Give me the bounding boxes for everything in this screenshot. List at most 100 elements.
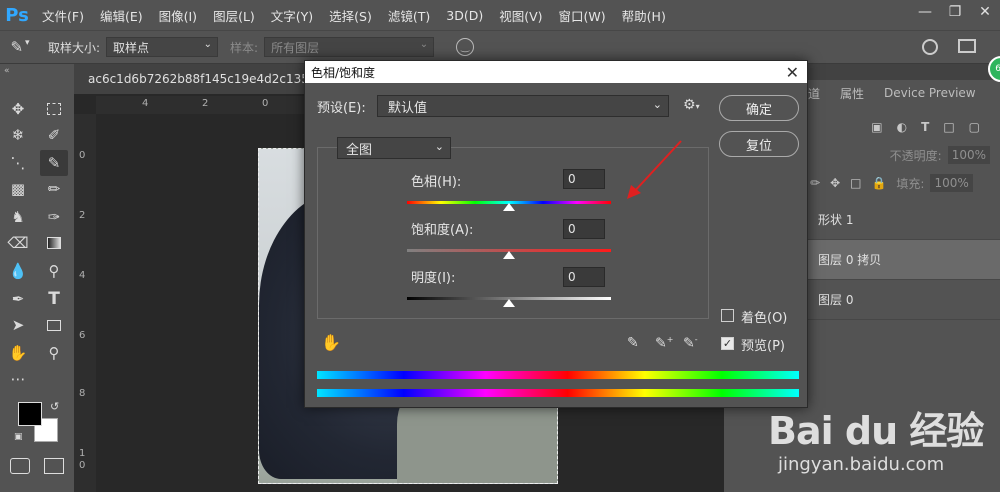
type-filter-icon[interactable]: T (921, 120, 929, 134)
lock-all-icon[interactable]: 🔒 (871, 176, 886, 190)
swap-colors-icon[interactable]: ↺ (50, 400, 59, 413)
document-tab[interactable]: ac6c1d6b7262b88f145c19e4d2c1353.p (74, 64, 328, 94)
menu-image[interactable]: 图像(I) (151, 6, 205, 25)
sample-value: 所有图层 (271, 40, 320, 55)
layer-name: 图层 0 拷贝 (818, 253, 882, 267)
more-tools-icon[interactable]: ⋯ (4, 366, 32, 392)
zoom-tool-icon[interactable]: ⚲ (40, 340, 68, 366)
sample-select[interactable]: 所有图层 ⌄ (264, 37, 435, 57)
layer-row-selected[interactable]: 图层 0 拷贝 (808, 240, 1000, 280)
eyedropper-minus-icon[interactable]: ✎- (683, 335, 701, 353)
watermark-brand: Bai du 经验 (768, 409, 984, 453)
smart-filter-icon[interactable]: ▢ (969, 120, 980, 134)
eyedropper-icon[interactable]: ✎ ▾ (0, 38, 40, 56)
menu-filter[interactable]: 滤镜(T) (380, 6, 438, 25)
crop-tool-icon[interactable]: ⋱ (4, 150, 32, 176)
marquee-tool-icon[interactable] (40, 96, 68, 122)
watermark-url: jingyan.baidu.com (778, 454, 945, 475)
smiley-icon[interactable]: ‿ (456, 38, 475, 56)
eyedropper-icon[interactable]: ✎ (627, 335, 645, 353)
menu-view[interactable]: 视图(V) (491, 6, 550, 25)
pen-tool-icon[interactable]: ✒ (4, 286, 32, 312)
lock-brush-icon[interactable]: ✏ (810, 176, 820, 190)
targeted-adjustment-hand-icon[interactable]: ✋ (321, 333, 341, 352)
colorize-checkbox[interactable] (721, 309, 734, 322)
shape-filter-icon[interactable]: □ (943, 120, 954, 134)
channel-value: 全图 (346, 142, 373, 158)
eraser-tool-icon[interactable]: ⌫ (4, 230, 32, 256)
preview-label[interactable]: 预览(P) (741, 335, 785, 354)
colorize-label[interactable]: 着色(O) (741, 307, 787, 326)
dodge-tool-icon[interactable]: ⚲ (40, 258, 68, 284)
image-filter-icon[interactable]: ▣ (871, 120, 882, 134)
lock-row: ✏ ✥ □ 🔒 填充: 100% (808, 170, 1000, 196)
type-tool-icon[interactable]: T (40, 286, 68, 312)
opacity-label: 不透明度: (889, 148, 942, 163)
search-icon[interactable] (922, 39, 938, 55)
menu-window[interactable]: 窗口(W) (551, 6, 614, 25)
tab-device-preview[interactable]: Device Preview (874, 86, 986, 100)
menu-select[interactable]: 选择(S) (321, 6, 380, 25)
chevron-down-icon: ⌄ (652, 98, 662, 111)
ok-button[interactable]: 确定 (719, 95, 799, 121)
quick-mask-icon[interactable] (10, 458, 30, 474)
screen-mode-icon[interactable] (44, 458, 64, 474)
history-brush-tool-icon[interactable]: ✑ (40, 204, 68, 230)
ruler-label: 0 (79, 150, 86, 161)
quick-select-tool-icon[interactable]: ✐ (40, 122, 68, 148)
gradient-tool-icon[interactable] (40, 230, 68, 256)
reset-button[interactable]: 复位 (719, 131, 799, 157)
foreground-color-swatch[interactable] (18, 402, 42, 426)
hand-tool-icon[interactable]: ✋ (4, 340, 32, 366)
lock-move-icon[interactable]: ✥ (830, 176, 840, 190)
menu-file[interactable]: 文件(F) (34, 6, 92, 25)
close-icon[interactable]: ✕ (786, 63, 799, 82)
layer-row[interactable]: 形状 1 (808, 200, 1000, 240)
saturation-input[interactable]: 0 (563, 219, 605, 239)
lightness-input[interactable]: 0 (563, 267, 605, 287)
menu-type[interactable]: 文字(Y) (263, 6, 321, 25)
tab-properties[interactable]: 属性 (830, 85, 874, 102)
stamp-tool-icon[interactable]: ♞ (4, 204, 32, 230)
lock-artboard-icon[interactable]: □ (850, 176, 861, 190)
lightness-label: 明度(I): (411, 271, 456, 286)
sample-size-select[interactable]: 取样点 ⌄ (106, 37, 219, 57)
workspace-icon[interactable] (958, 39, 976, 53)
close-icon[interactable]: ✕ (970, 0, 1000, 24)
menu-layer[interactable]: 图层(L) (205, 6, 263, 25)
hue-input[interactable]: 0 (563, 169, 605, 189)
adjustment-filter-icon[interactable]: ◐ (897, 120, 907, 134)
path-select-tool-icon[interactable]: ➤ (4, 312, 32, 338)
move-tool-icon[interactable]: ✥ (4, 96, 32, 122)
blur-tool-icon[interactable]: 💧 (4, 258, 32, 284)
rectangle-tool-icon[interactable] (40, 312, 68, 338)
brush-tool-icon[interactable]: ✏ (40, 176, 68, 202)
collapse-icon[interactable]: « (4, 66, 10, 76)
lasso-tool-icon[interactable]: ❄ (4, 122, 32, 148)
minimize-icon[interactable]: — (910, 0, 940, 24)
preset-select[interactable]: 默认值 ⌄ (377, 95, 669, 117)
preset-options-gear-icon[interactable]: ⚙▾ (683, 97, 700, 113)
opacity-row: 不透明度: 100% (808, 142, 1000, 168)
output-spectrum-bar (317, 389, 799, 397)
chevron-down-icon: ⌄ (203, 39, 213, 50)
opacity-value[interactable]: 100% (947, 146, 990, 164)
default-colors-icon[interactable]: ▣ (14, 432, 23, 442)
dialog-titlebar[interactable]: 色相/饱和度 ✕ (305, 61, 807, 83)
saturation-label: 饱和度(A): (411, 223, 474, 238)
menu-3d[interactable]: 3D(D) (438, 8, 491, 23)
eyedropper-plus-icon[interactable]: ✎+ (655, 335, 673, 353)
preview-checkbox[interactable]: ✓ (721, 337, 734, 350)
menu-edit[interactable]: 编辑(E) (92, 6, 151, 25)
ruler-label: 6 (79, 330, 86, 341)
healing-tool-icon[interactable]: ▩ (4, 176, 32, 202)
ruler-top: 4 2 0 (96, 96, 304, 114)
menu-help[interactable]: 帮助(H) (614, 6, 674, 25)
eyedropper-tool-icon[interactable]: ✎ (40, 150, 68, 176)
channel-select[interactable]: 全图 ⌄ (337, 137, 451, 159)
restore-icon[interactable]: ❐ (940, 0, 970, 24)
fill-value[interactable]: 100% (930, 174, 973, 192)
layer-row[interactable]: 图层 0 (808, 280, 1000, 320)
panel-tabs: 道 属性 Device Preview (800, 80, 1000, 106)
sample-size-value: 取样点 (113, 40, 150, 55)
